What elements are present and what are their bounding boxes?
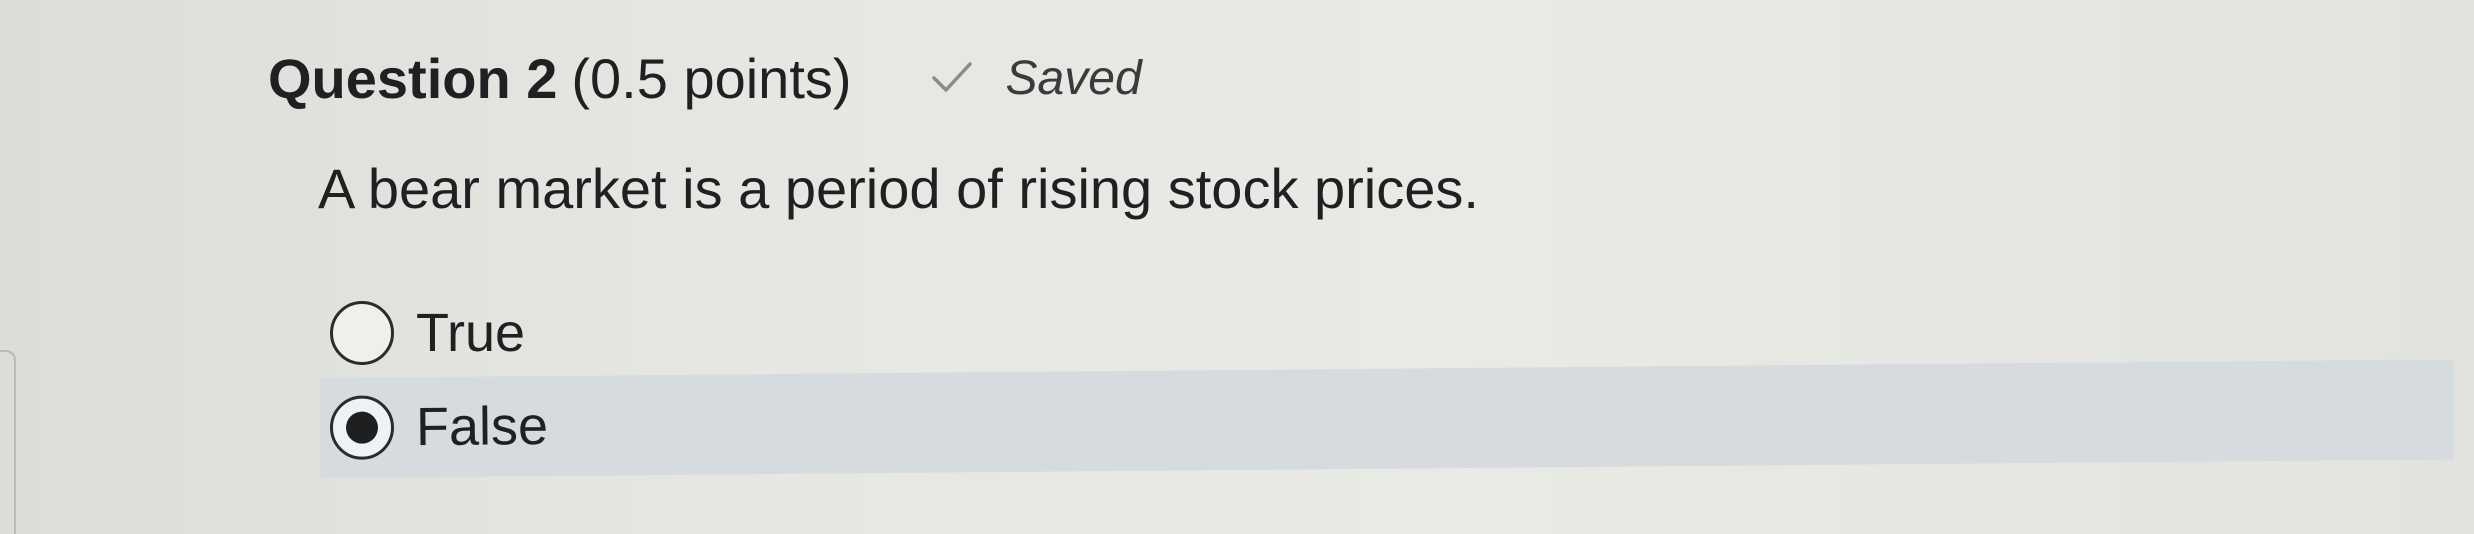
- option-label-false: False: [415, 396, 549, 458]
- radio-selected-dot-icon: [345, 411, 379, 444]
- question-points: (0.5 points): [571, 46, 852, 110]
- question-title: Question 2: [268, 46, 558, 110]
- check-icon: [931, 62, 972, 92]
- saved-label: Saved: [1005, 51, 1142, 105]
- radio-button-true[interactable]: [330, 301, 394, 365]
- saved-status: Saved: [930, 51, 1142, 106]
- question-text: A bear market is a period of rising stoc…: [318, 157, 1479, 220]
- answer-option-false[interactable]: False: [319, 359, 2455, 478]
- question-header: Question 2 (0.5 points) Saved: [268, 38, 1142, 118]
- option-label-true: True: [416, 303, 526, 363]
- adjacent-panel-edge: [0, 350, 16, 534]
- radio-button-false[interactable]: [329, 395, 395, 460]
- answer-option-true[interactable]: True: [320, 290, 1220, 376]
